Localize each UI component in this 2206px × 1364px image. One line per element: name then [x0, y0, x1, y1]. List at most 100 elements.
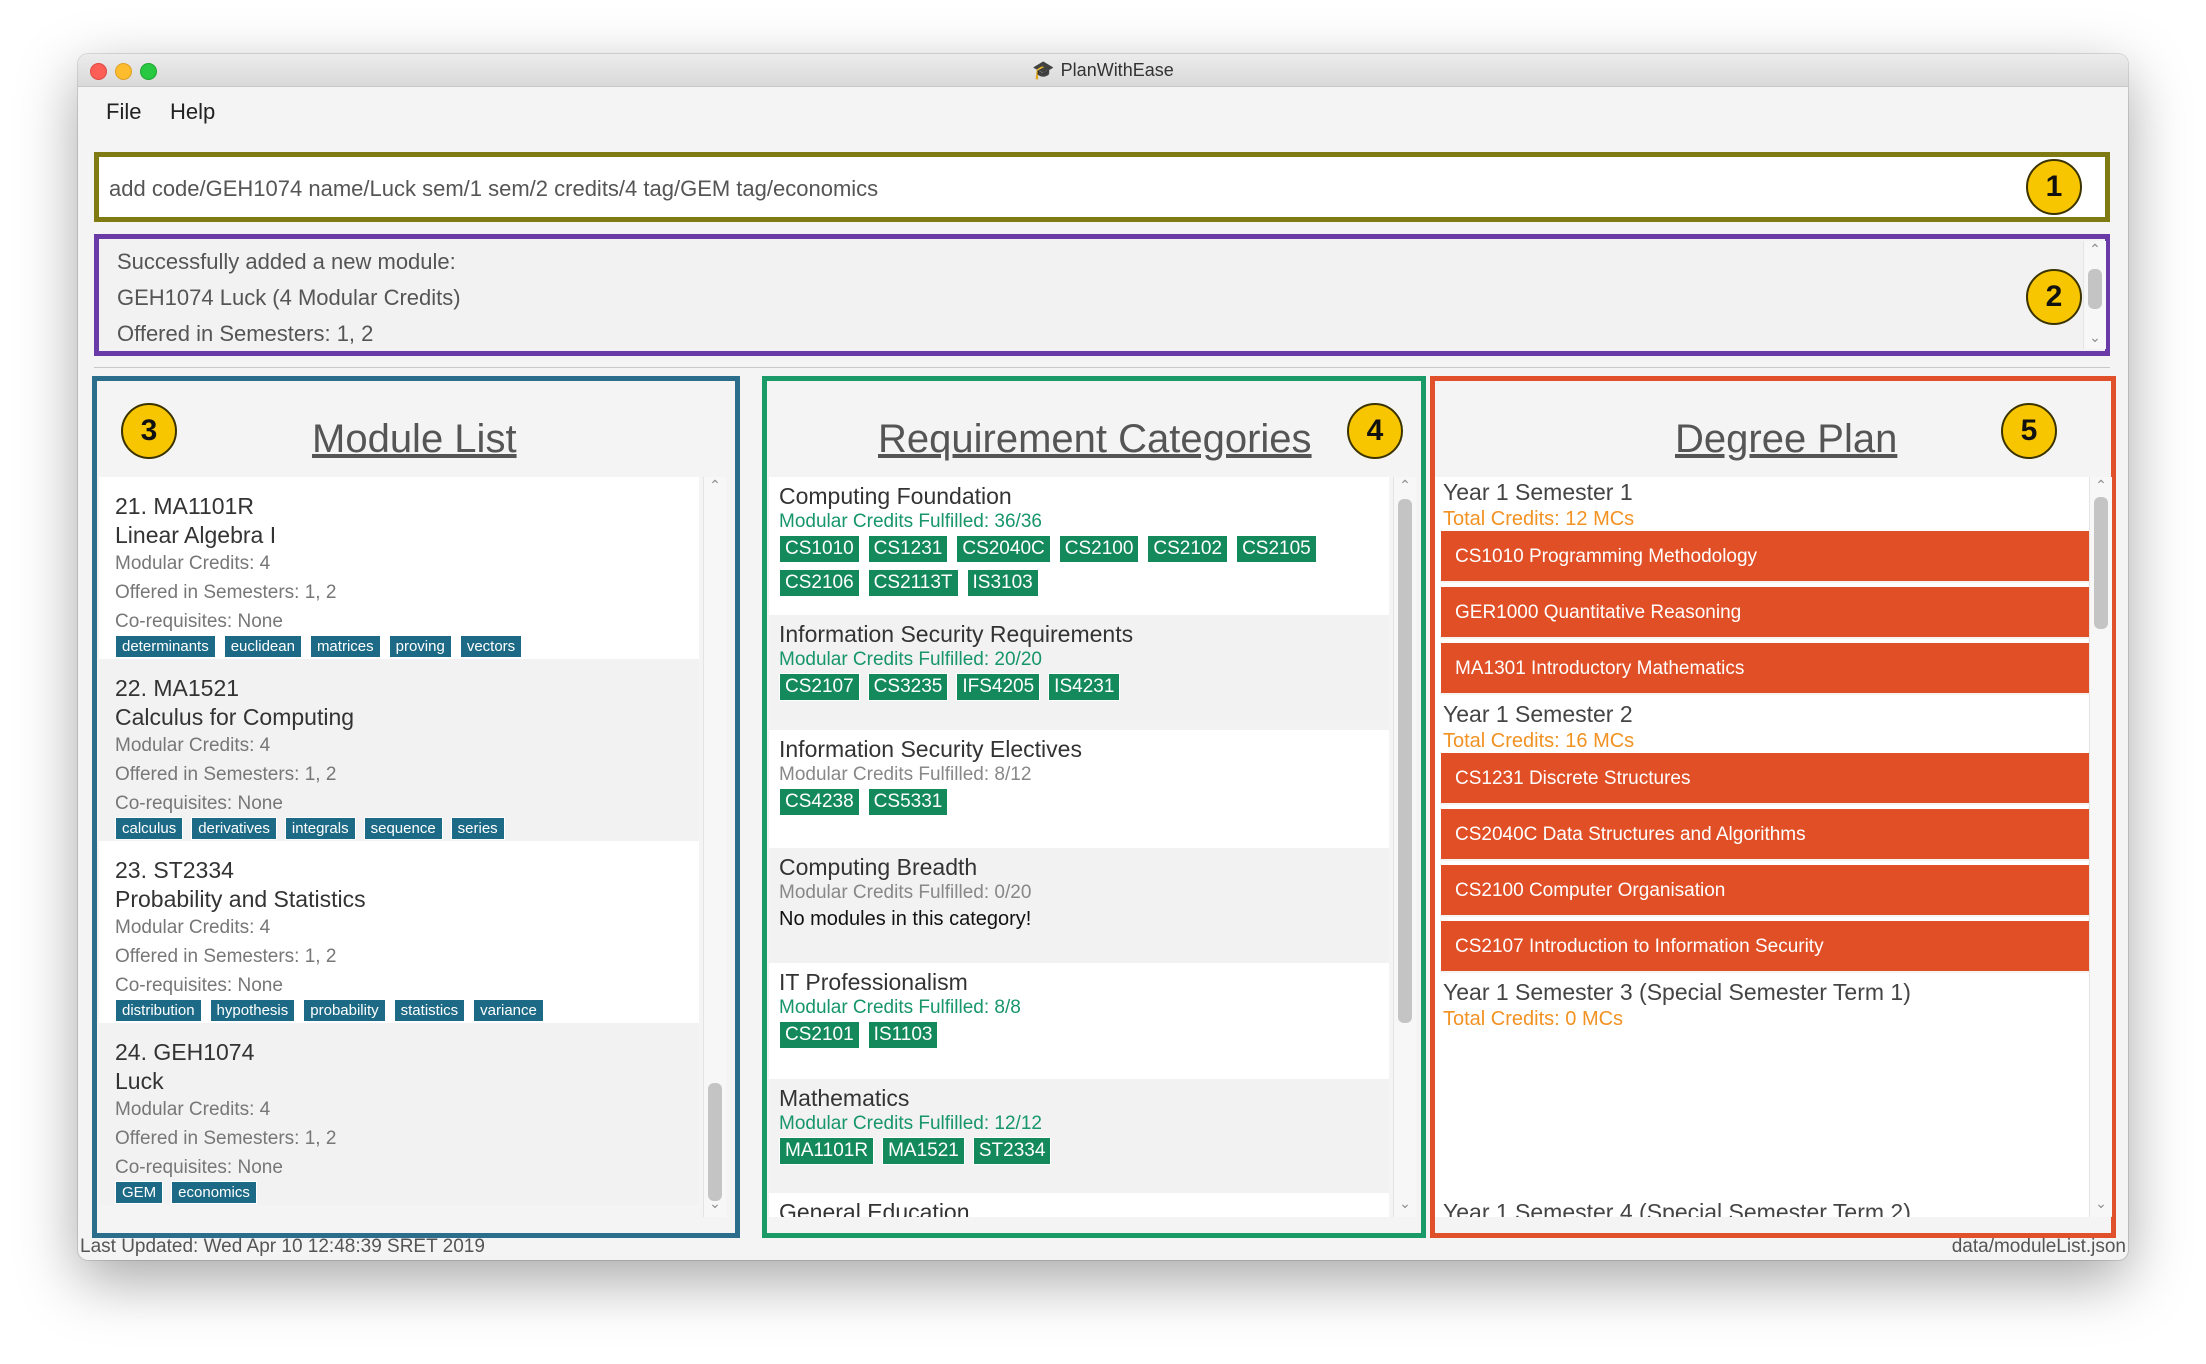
semester-name: Year 1 Semester 4 (Special Semester Term…: [1443, 1199, 1911, 1217]
module-tag: calculus: [115, 817, 184, 840]
scroll-up-icon[interactable]: ⌃: [2090, 477, 2112, 494]
category-credits-fulfilled: Modular Credits Fulfilled: 0/20: [779, 882, 1032, 903]
planned-module[interactable]: CS2040C Data Structures and Algorithms: [1441, 809, 2091, 861]
scroll-thumb[interactable]: [1398, 499, 1412, 1023]
menu-file[interactable]: File: [106, 99, 141, 125]
module-tag: integrals: [284, 817, 356, 840]
command-input[interactable]: [107, 171, 1991, 207]
module-credits: Modular Credits: 4: [115, 735, 271, 756]
module-name: Linear Algebra I: [115, 522, 277, 548]
module-tag: variance: [473, 999, 544, 1022]
module-list-scrollbar[interactable]: ⌃ ⌄: [703, 477, 726, 1217]
module-coreqs: Co-requisites: None: [115, 611, 283, 632]
planned-module[interactable]: CS2107 Introduction to Information Secur…: [1441, 921, 2091, 973]
category-module-tag: CS2106: [779, 569, 860, 597]
scroll-up-icon[interactable]: ⌃: [704, 477, 726, 494]
callout-badge-2: 2: [2026, 269, 2082, 325]
requirement-category-card[interactable]: Information Security Requirements Modula…: [769, 615, 1389, 730]
category-module-tag: CS2105: [1236, 535, 1317, 563]
category-module-tag: IS1103: [867, 1021, 939, 1049]
degree-plan-title: Degree Plan: [1675, 417, 1898, 461]
module-list[interactable]: 21. MA1101R Linear Algebra I Modular Cre…: [99, 477, 699, 1217]
category-module-tag: ST2334: [972, 1137, 1052, 1165]
module-code: 22. MA1521: [115, 675, 240, 701]
scroll-thumb[interactable]: [2094, 497, 2108, 629]
module-coreqs: Co-requisites: None: [115, 1157, 283, 1178]
module-tags: calculus derivatives integrals sequence …: [115, 817, 505, 840]
degree-plan-panel: Degree Plan 5 Year 1 Semester 1 Total Cr…: [1430, 376, 2116, 1238]
planned-module[interactable]: MA1301 Introductory Mathematics: [1441, 643, 2091, 695]
degree-plan-list[interactable]: Year 1 Semester 1 Total Credits: 12 MCs …: [1435, 477, 2091, 1217]
module-card[interactable]: 23. ST2334 Probability and Statistics Mo…: [99, 841, 699, 1023]
requirement-categories-scrollbar[interactable]: ⌃ ⌄: [1393, 477, 1416, 1217]
last-updated-text: Last Updated: Wed Apr 10 12:48:39 SRET 2…: [80, 1236, 485, 1257]
category-module-tag: IS4231: [1048, 673, 1121, 701]
menu-help[interactable]: Help: [170, 99, 215, 125]
category-credits-fulfilled: Modular Credits Fulfilled: 36/36: [779, 511, 1042, 532]
result-line-1: Successfully added a new module:: [117, 249, 456, 274]
scroll-down-icon[interactable]: ⌄: [704, 1195, 726, 1212]
module-list-title: Module List: [312, 417, 517, 461]
module-credits: Modular Credits: 4: [115, 1099, 271, 1120]
category-module-tag: CS2040C: [956, 535, 1051, 563]
module-code: 21. MA1101R: [115, 493, 254, 519]
result-line-2: GEH1074 Luck (4 Modular Credits): [117, 285, 461, 310]
planned-module[interactable]: CS2100 Computer Organisation: [1441, 865, 2091, 917]
category-modules: CS2101 IS1103: [779, 1021, 1339, 1049]
requirement-category-card[interactable]: IT Professionalism Modular Credits Fulfi…: [769, 963, 1389, 1079]
module-semesters: Offered in Semesters: 1, 2: [115, 764, 337, 785]
planned-module[interactable]: CS1010 Programming Methodology: [1441, 531, 2091, 583]
requirement-category-card[interactable]: Information Security Electives Modular C…: [769, 730, 1389, 848]
planned-module[interactable]: CS1231 Discrete Structures: [1441, 753, 2091, 805]
category-name: Computing Foundation: [779, 483, 1012, 509]
category-name: Computing Breadth: [779, 854, 978, 880]
app-window: 🎓PlanWithEase File Help 1 Successfully a…: [78, 54, 2128, 1260]
semester-total-credits: Total Credits: 16 MCs: [1443, 730, 1635, 752]
category-module-tag: CS2100: [1058, 535, 1140, 563]
category-module-tag: IS3103: [966, 569, 1039, 597]
scroll-up-icon[interactable]: ⌃: [2084, 241, 2106, 258]
scroll-down-icon[interactable]: ⌄: [1394, 1195, 1416, 1212]
scroll-down-icon[interactable]: ⌄: [2084, 329, 2106, 346]
module-tag: vectors: [459, 635, 523, 658]
requirement-category-card[interactable]: Computing Foundation Modular Credits Ful…: [769, 477, 1389, 615]
category-empty-message: No modules in this category!: [779, 908, 1032, 930]
module-tag: hypothesis: [209, 999, 296, 1022]
requirement-category-card[interactable]: Mathematics Modular Credits Fulfilled: 1…: [769, 1079, 1389, 1193]
module-tag: economics: [171, 1181, 257, 1204]
module-card[interactable]: 22. MA1521 Calculus for Computing Modula…: [99, 659, 699, 841]
planned-module[interactable]: GER1000 Quantitative Reasoning: [1441, 587, 2091, 639]
module-card[interactable]: 21. MA1101R Linear Algebra I Modular Cre…: [99, 477, 699, 659]
category-credits-fulfilled: Modular Credits Fulfilled: 20/20: [779, 649, 1042, 670]
module-name: Calculus for Computing: [115, 704, 355, 730]
semester-total-credits: Total Credits: 12 MCs: [1443, 508, 1635, 530]
module-tag: series: [450, 817, 505, 840]
module-card[interactable]: 24. GEH1074 Luck Modular Credits: 4 Offe…: [99, 1023, 699, 1205]
category-module-tag: CS2113T: [867, 569, 959, 597]
module-coreqs: Co-requisites: None: [115, 793, 283, 814]
storage-path-text: data/moduleList.json: [1951, 1236, 2126, 1257]
module-tag: probability: [303, 999, 386, 1022]
module-tag: euclidean: [223, 635, 302, 658]
module-list-panel: 3 Module List 21. MA1101R Linear Algebra…: [92, 376, 740, 1238]
category-module-tag: CS2102: [1147, 535, 1229, 563]
scroll-up-icon[interactable]: ⌃: [1394, 477, 1416, 494]
module-tag: proving: [388, 635, 452, 658]
requirement-category-card[interactable]: General Education: [769, 1193, 1389, 1217]
requirement-categories-panel: Requirement Categories 4 Computing Found…: [762, 376, 1426, 1238]
scroll-thumb[interactable]: [2088, 269, 2102, 309]
semester-name: Year 1 Semester 3 (Special Semester Term…: [1443, 979, 1911, 1005]
module-semesters: Offered in Semesters: 1, 2: [115, 946, 337, 967]
title-bar: 🎓 PlanWithEase: [78, 54, 2128, 87]
category-module-tag: CS3235: [867, 673, 949, 701]
module-tag: sequence: [363, 817, 443, 840]
result-scrollbar[interactable]: ⌃ ⌄: [2083, 241, 2106, 349]
category-name: Information Security Electives: [779, 736, 1082, 762]
module-tag: statistics: [393, 999, 466, 1022]
callout-badge-5: 5: [2001, 403, 2057, 459]
requirement-category-card[interactable]: Computing Breadth Modular Credits Fulfil…: [769, 848, 1389, 963]
degree-plan-scrollbar[interactable]: ⌃ ⌄: [2089, 477, 2112, 1217]
scroll-thumb[interactable]: [708, 1083, 722, 1201]
scroll-down-icon[interactable]: ⌄: [2090, 1195, 2112, 1212]
requirement-category-list[interactable]: Computing Foundation Modular Credits Ful…: [769, 477, 1389, 1217]
